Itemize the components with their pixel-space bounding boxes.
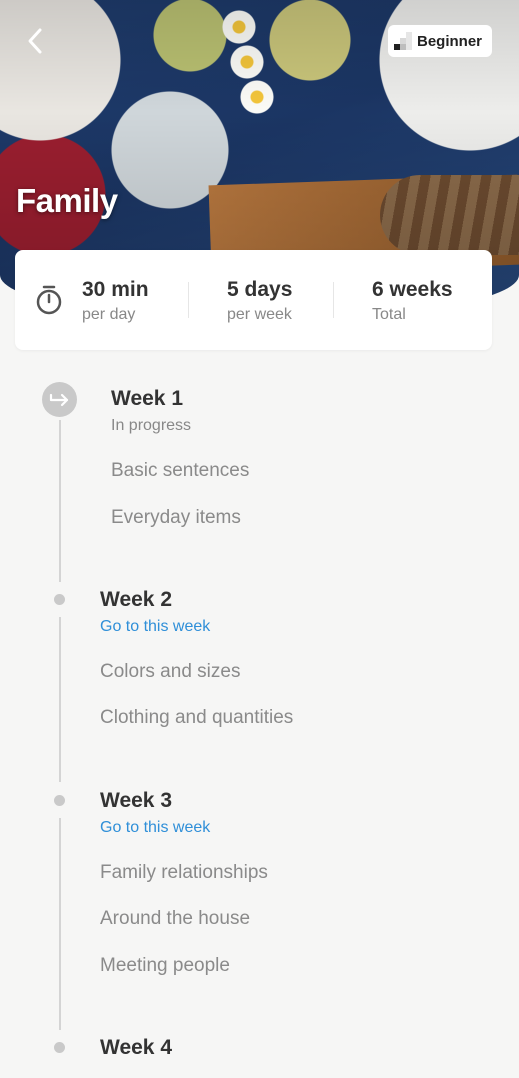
stat-frequency: 5 days per week xyxy=(227,278,292,324)
stat-value: 5 days xyxy=(227,278,293,301)
topic-item[interactable]: Basic sentences xyxy=(111,460,249,482)
stat-label: per day xyxy=(82,306,136,323)
stat-label: Total xyxy=(372,306,406,323)
back-button[interactable] xyxy=(20,24,50,58)
topic-item[interactable]: Around the house xyxy=(100,908,250,930)
topic-item[interactable]: Meeting people xyxy=(100,955,230,977)
go-to-week-link[interactable]: Go to this week xyxy=(100,618,210,636)
stat-total: 6 weeks Total xyxy=(372,278,453,324)
stat-label: per week xyxy=(227,306,292,323)
timeline-line xyxy=(59,818,61,1030)
topic-item[interactable]: Colors and sizes xyxy=(100,661,240,683)
go-to-week-link[interactable]: Go to this week xyxy=(100,819,210,837)
stat-value: 30 min xyxy=(82,278,149,301)
topic-item[interactable]: Family relationships xyxy=(100,862,268,884)
level-badge: Beginner xyxy=(388,25,492,57)
course-stats-card: 30 min per day 5 days per week 6 weeks T… xyxy=(15,250,492,350)
week-dot xyxy=(54,795,65,806)
stopwatch-icon xyxy=(36,285,62,315)
week-title[interactable]: Week 2 xyxy=(100,588,172,612)
timeline-line xyxy=(59,420,61,582)
week-dot xyxy=(54,1042,65,1053)
course-title: Family xyxy=(16,182,118,219)
week-title[interactable]: Week 4 xyxy=(100,1036,172,1060)
stat-value: 6 weeks xyxy=(372,278,453,301)
stat-divider xyxy=(333,282,334,318)
stat-divider xyxy=(188,282,189,318)
timeline-line xyxy=(59,617,61,782)
week-title[interactable]: Week 1 xyxy=(111,387,183,411)
stat-duration: 30 min per day xyxy=(82,278,149,324)
topic-item[interactable]: Clothing and quantities xyxy=(100,707,293,729)
topic-item[interactable]: Everyday items xyxy=(111,507,241,529)
arrow-return-icon xyxy=(49,393,68,406)
level-bars-icon xyxy=(394,32,412,50)
week-title[interactable]: Week 3 xyxy=(100,789,172,813)
chevron-left-icon xyxy=(28,28,42,54)
current-week-marker xyxy=(42,382,77,417)
week-status: In progress xyxy=(111,417,192,434)
week-dot xyxy=(54,594,65,605)
level-label: Beginner xyxy=(417,32,483,50)
